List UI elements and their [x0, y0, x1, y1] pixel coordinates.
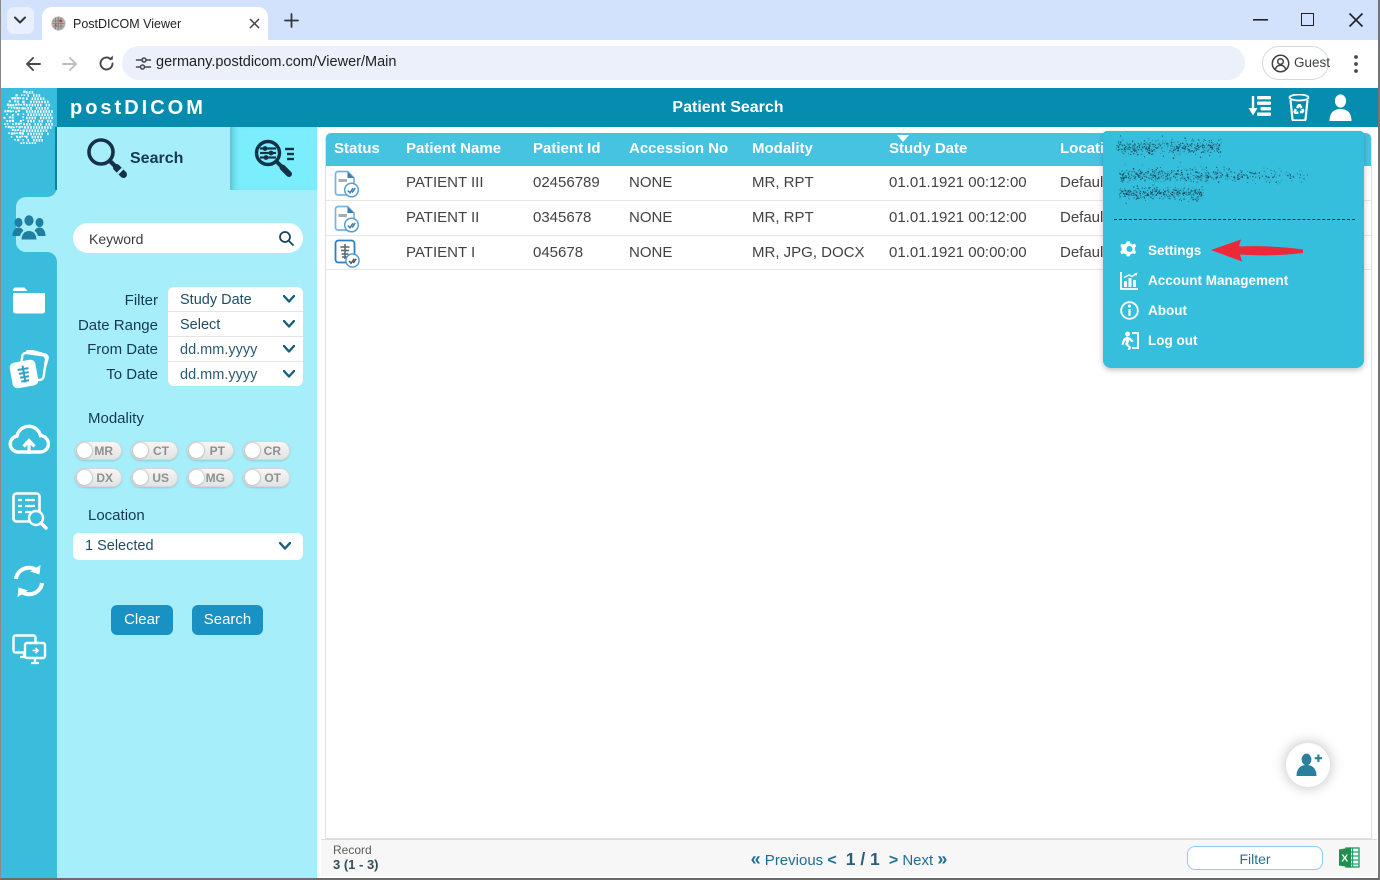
svg-text:X: X [1341, 853, 1348, 865]
